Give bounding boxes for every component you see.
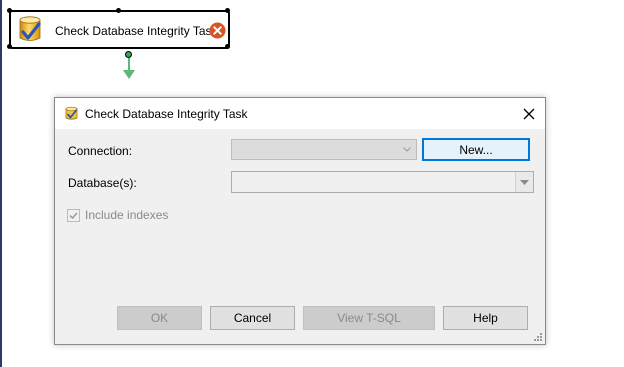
database-check-icon	[19, 16, 41, 41]
task-dialog: Check Database Integrity Task Connection…	[54, 97, 546, 345]
include-indexes-checkbox[interactable]	[67, 209, 80, 222]
dialog-title: Check Database Integrity Task	[85, 107, 248, 121]
view-tsql-button[interactable]: View T-SQL	[303, 306, 435, 330]
checkmark-icon	[69, 212, 78, 220]
task-node[interactable]: Check Database Integrity Task	[7, 8, 230, 49]
resize-handle-bl[interactable]	[7, 44, 12, 49]
close-icon[interactable]	[517, 102, 541, 126]
precedence-arrow-icon	[123, 70, 135, 79]
error-icon	[209, 22, 226, 39]
task-label: Check Database Integrity Task	[55, 24, 218, 38]
resize-handle-br[interactable]	[225, 44, 230, 49]
design-surface[interactable]: Check Database Integrity Task Check Data…	[0, 0, 624, 367]
cancel-button[interactable]: Cancel	[210, 306, 295, 330]
surface-edge	[0, 0, 2, 367]
new-connection-button[interactable]: New...	[422, 138, 530, 161]
ok-button[interactable]: OK	[117, 306, 202, 330]
connection-select[interactable]	[231, 139, 417, 160]
precedence-connector-anchor[interactable]	[125, 51, 132, 58]
help-button[interactable]: Help	[443, 306, 528, 330]
resize-handle-top[interactable]	[116, 8, 121, 13]
resize-grip-icon[interactable]	[533, 332, 543, 342]
databases-select[interactable]	[231, 171, 534, 193]
databases-label: Database(s):	[68, 176, 137, 190]
resize-handle-tl[interactable]	[7, 8, 12, 13]
resize-handle-tr[interactable]	[225, 8, 230, 13]
connection-label: Connection:	[68, 144, 133, 158]
dialog-titlebar[interactable]: Check Database Integrity Task	[55, 98, 545, 129]
database-check-icon	[65, 106, 78, 120]
triangle-down-icon	[520, 180, 529, 185]
include-indexes-label: Include indexes	[85, 208, 169, 222]
databases-dropdown-button[interactable]	[515, 172, 533, 192]
chevron-down-icon	[403, 147, 411, 152]
